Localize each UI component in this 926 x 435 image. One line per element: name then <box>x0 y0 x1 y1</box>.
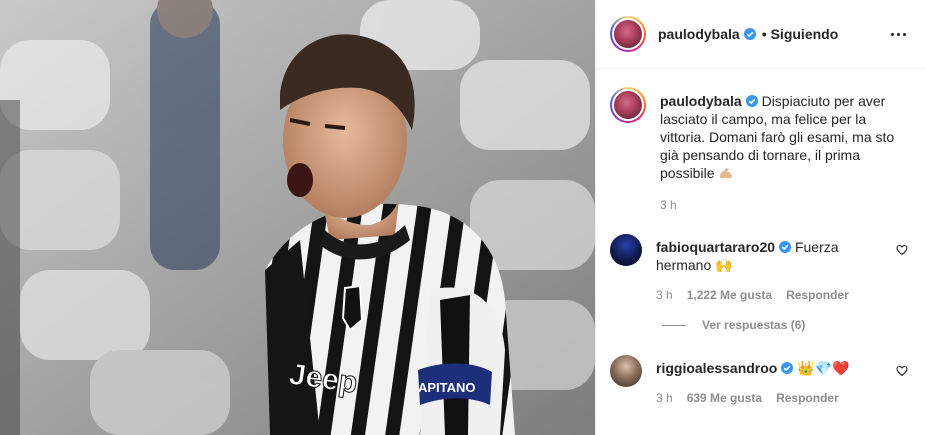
verified-badge-icon <box>781 362 794 374</box>
following-button[interactable]: Siguiendo <box>771 26 839 42</box>
caption-body: paulodybala Dispiaciuto per aver lasciat… <box>660 92 902 214</box>
comment-username[interactable]: riggioalessandroo <box>656 360 777 376</box>
reply-button[interactable]: Responder <box>786 286 849 304</box>
player-celebration-image: APITANO Jeep <box>0 0 595 435</box>
comment-timestamp[interactable]: 3 h <box>656 286 673 304</box>
heart-icon[interactable] <box>896 365 908 377</box>
comment-meta: 3 h 639 Me gusta Responder <box>656 389 896 407</box>
comment-body: riggioalessandroo 👑💎❤️ 3 h 639 Me gusta … <box>656 359 896 407</box>
post-photo[interactable]: APITANO Jeep <box>0 0 595 435</box>
comment-like-count[interactable]: 639 Me gusta <box>687 389 762 407</box>
replies-divider-line <box>662 324 686 326</box>
header-text: paulodybala • Siguiendo <box>658 26 838 42</box>
verified-badge-icon <box>743 28 756 40</box>
reply-button[interactable]: Responder <box>776 389 839 407</box>
author-avatar[interactable] <box>610 16 646 52</box>
post-caption: paulodybala Dispiaciuto per aver lasciat… <box>596 69 926 214</box>
post-header: paulodybala • Siguiendo <box>596 0 926 69</box>
post-sidebar: paulodybala • Siguiendo paulodybala Disp… <box>595 0 926 435</box>
comment-timestamp[interactable]: 3 h <box>656 389 673 407</box>
commenter-avatar[interactable] <box>610 234 642 266</box>
comment-item: fabioquartararo20 Fuerza hermano 🙌 3 h 1… <box>610 234 912 304</box>
view-replies-button[interactable]: Ver respuestas (6) <box>662 318 805 332</box>
heart-icon[interactable] <box>896 244 908 256</box>
caption-username[interactable]: paulodybala <box>660 93 742 109</box>
verified-badge-icon <box>779 241 792 253</box>
comment-username[interactable]: fabioquartararo20 <box>656 239 775 255</box>
comment-item: riggioalessandroo 👑💎❤️ 3 h 639 Me gusta … <box>610 355 912 407</box>
separator-dot: • <box>761 26 767 42</box>
comment-body: fabioquartararo20 Fuerza hermano 🙌 3 h 1… <box>656 238 896 304</box>
flexed-biceps-emoji <box>720 168 733 179</box>
caption-timestamp[interactable]: 3 h <box>660 196 902 214</box>
instagram-post-view: APITANO Jeep paulodybala • Siguiendo pau… <box>0 0 926 435</box>
armband-text: APITANO <box>418 380 476 395</box>
comment-like-count[interactable]: 1,222 Me gusta <box>687 286 772 304</box>
view-replies-label: Ver respuestas (6) <box>702 318 806 332</box>
commenter-avatar[interactable] <box>610 355 642 387</box>
caption-author-avatar[interactable] <box>610 87 646 123</box>
more-options-icon[interactable] <box>886 22 910 46</box>
verified-badge-icon <box>745 95 758 107</box>
comment-text: 👑💎❤️ <box>797 360 850 376</box>
author-username[interactable]: paulodybala <box>658 26 740 42</box>
comment-meta: 3 h 1,222 Me gusta Responder <box>656 286 896 304</box>
